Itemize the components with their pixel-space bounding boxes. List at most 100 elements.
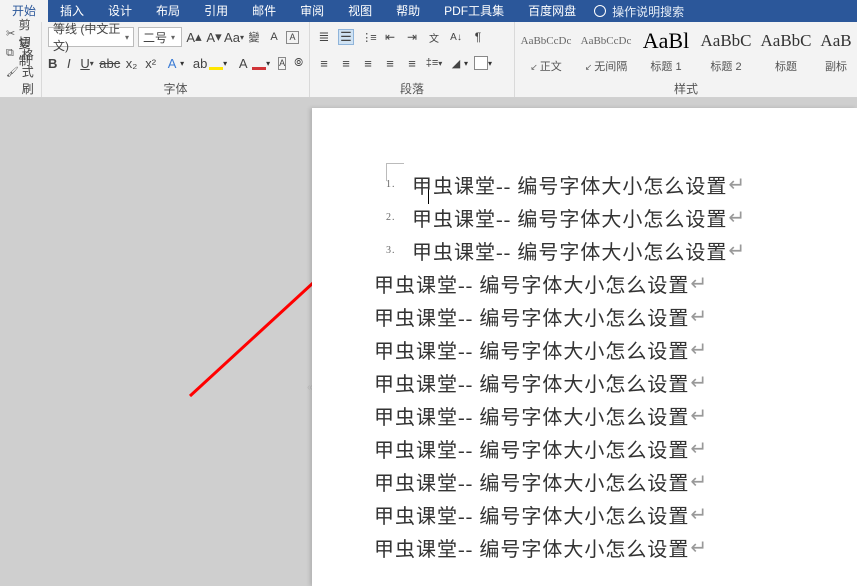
- style-name: 无间隔: [594, 61, 627, 73]
- clear-formatting-button[interactable]: A: [266, 29, 282, 45]
- ribbon-tabbar: 开始 插入 设计 布局 引用 邮件 审阅 视图 帮助 PDF工具集 百度网盘 操…: [0, 0, 857, 22]
- paragraph-line[interactable]: 甲虫课堂-- 编号字体大小怎么设置↵: [374, 432, 857, 465]
- line-text: 甲虫课堂-- 编号字体大小怎么设置: [374, 269, 689, 298]
- line-text: 甲虫课堂-- 编号字体大小怎么设置: [374, 401, 689, 430]
- highlight-color-button[interactable]: ab▾: [192, 55, 227, 71]
- paragraph-line[interactable]: 甲虫课堂-- 编号字体大小怎么设置↵: [374, 300, 857, 333]
- line-spacing-button[interactable]: ‡≡▾: [426, 55, 442, 71]
- line-text: 甲虫课堂-- 编号字体大小怎么设置: [374, 368, 689, 397]
- style-heading2[interactable]: AaBbC 标题 2: [701, 28, 751, 74]
- paragraph-group-label: 段落: [316, 81, 508, 97]
- font-color-button[interactable]: A▾: [235, 55, 270, 71]
- group-styles: AaBbCcDc ↙正文 AaBbCcDc ↙无间隔 AaBl 标题 1 AaB…: [515, 22, 857, 97]
- clipboard-group-label: [6, 81, 35, 97]
- paragraph-line[interactable]: 甲虫课堂-- 编号字体大小怎么设置↵: [374, 465, 857, 498]
- asian-layout-button[interactable]: 文: [426, 29, 442, 45]
- paragraph-line[interactable]: 甲虫课堂-- 编号字体大小怎么设置↵: [374, 366, 857, 399]
- show-hide-marks-button[interactable]: [470, 29, 486, 45]
- group-clipboard: 剪切 复制 格式刷: [0, 22, 42, 97]
- return-mark-icon: ↵: [690, 535, 708, 560]
- list-item[interactable]: 1. 甲虫课堂-- 编号字体大小怎么设置↵: [386, 168, 857, 201]
- line-text: 甲虫课堂-- 编号字体大小怎么设置: [374, 467, 689, 496]
- style-name: 标题 2: [701, 58, 751, 74]
- tab-layout[interactable]: 布局: [144, 0, 192, 22]
- document-page[interactable]: 1. 甲虫课堂-- 编号字体大小怎么设置↵ 2. 甲虫课堂-- 编号字体大小怎么…: [312, 108, 857, 586]
- paragraph-line[interactable]: 甲虫课堂-- 编号字体大小怎么设置↵: [374, 531, 857, 564]
- numbering-button[interactable]: [338, 29, 354, 45]
- increase-indent-button[interactable]: [404, 29, 420, 45]
- underline-button[interactable]: U▾: [80, 55, 93, 71]
- character-border-button[interactable]: ⦾: [294, 55, 303, 71]
- tab-insert[interactable]: 插入: [48, 0, 96, 22]
- chevron-down-icon: ▾: [171, 33, 175, 42]
- style-preview: AaBl: [641, 28, 691, 54]
- font-name-combo[interactable]: 等线 (中文正文)▾: [48, 27, 134, 47]
- enclose-characters-button[interactable]: A: [286, 31, 299, 44]
- align-distributed-button[interactable]: [404, 55, 420, 71]
- change-case-button[interactable]: Aa▾: [226, 29, 242, 45]
- tab-pdf-tools[interactable]: PDF工具集: [432, 0, 516, 22]
- decrease-indent-button[interactable]: [382, 29, 398, 45]
- return-mark-icon: ↵: [690, 403, 708, 428]
- strikethrough-button[interactable]: abc: [102, 55, 118, 71]
- style-no-spacing[interactable]: AaBbCcDc ↙无间隔: [581, 28, 631, 74]
- lightbulb-icon: [594, 5, 606, 17]
- font-size-combo[interactable]: 二号 ▾: [138, 27, 182, 47]
- line-text: 甲虫课堂-- 编号字体大小怎么设置: [374, 335, 689, 364]
- style-name: 副标: [821, 58, 851, 74]
- tab-design[interactable]: 设计: [96, 0, 144, 22]
- subscript-button[interactable]: x₂: [126, 55, 138, 71]
- tab-references[interactable]: 引用: [192, 0, 240, 22]
- paragraph-line[interactable]: 甲虫课堂-- 编号字体大小怎么设置↵: [374, 267, 857, 300]
- align-left-button[interactable]: [316, 55, 332, 71]
- paragraph-line[interactable]: 甲虫课堂-- 编号字体大小怎么设置↵: [374, 498, 857, 531]
- list-text: 甲虫课堂-- 编号字体大小怎么设置: [412, 203, 727, 232]
- tell-me-label: 操作说明搜索: [612, 3, 684, 20]
- paragraph-line[interactable]: 甲虫课堂-- 编号字体大小怎么设置↵: [374, 333, 857, 366]
- text-effects-button[interactable]: A▾: [164, 55, 184, 71]
- return-mark-icon: ↵: [728, 172, 746, 197]
- check-icon: ↙: [530, 62, 538, 72]
- bold-button[interactable]: B: [48, 55, 57, 71]
- paragraph-line[interactable]: 甲虫课堂-- 编号字体大小怎么设置↵: [374, 399, 857, 432]
- shrink-font-button[interactable]: A▾: [206, 29, 222, 45]
- tab-view[interactable]: 视图: [336, 0, 384, 22]
- return-mark-icon: ↵: [690, 469, 708, 494]
- align-center-button[interactable]: [338, 55, 354, 71]
- grow-font-button[interactable]: A▴: [186, 29, 202, 45]
- tab-baidu-netdisk[interactable]: 百度网盘: [516, 0, 588, 22]
- style-preview: AaBbC: [761, 28, 811, 54]
- brush-icon: [6, 64, 19, 78]
- tab-mailings[interactable]: 邮件: [240, 0, 288, 22]
- list-number: 3.: [386, 245, 396, 256]
- align-justify-button[interactable]: [382, 55, 398, 71]
- character-shading-button[interactable]: A: [278, 57, 286, 70]
- styles-group-label: 样式: [521, 81, 851, 97]
- style-preview: AaBbC: [701, 28, 751, 54]
- bullets-button[interactable]: [316, 29, 332, 45]
- phonetic-guide-button[interactable]: 變: [246, 29, 262, 45]
- tell-me-search[interactable]: 操作说明搜索: [594, 3, 684, 20]
- list-item[interactable]: 2. 甲虫课堂-- 编号字体大小怎么设置↵: [386, 201, 857, 234]
- style-subtitle[interactable]: AaB 副标: [821, 28, 851, 74]
- list-item[interactable]: 3. 甲虫课堂-- 编号字体大小怎么设置↵: [386, 234, 857, 267]
- multilevel-list-button[interactable]: [360, 29, 376, 45]
- italic-button[interactable]: I: [65, 55, 72, 71]
- copy-icon: [6, 45, 16, 59]
- style-preview: AaBbCcDc: [581, 28, 631, 54]
- style-name: 标题: [761, 58, 811, 74]
- return-mark-icon: ↵: [690, 370, 708, 395]
- sort-button[interactable]: [448, 29, 464, 45]
- borders-button[interactable]: ▾: [474, 56, 492, 70]
- shading-button[interactable]: ◢▾: [448, 55, 468, 71]
- font-size-value: 二号: [143, 29, 167, 46]
- tab-help[interactable]: 帮助: [384, 0, 432, 22]
- format-painter-button[interactable]: 格式刷: [6, 62, 35, 80]
- style-heading1[interactable]: AaBl 标题 1: [641, 28, 691, 74]
- style-title[interactable]: AaBbC 标题: [761, 28, 811, 74]
- align-right-button[interactable]: [360, 55, 376, 71]
- style-normal[interactable]: AaBbCcDc ↙正文: [521, 28, 571, 74]
- return-mark-icon: ↵: [690, 337, 708, 362]
- superscript-button[interactable]: x²: [145, 55, 156, 71]
- tab-review[interactable]: 审阅: [288, 0, 336, 22]
